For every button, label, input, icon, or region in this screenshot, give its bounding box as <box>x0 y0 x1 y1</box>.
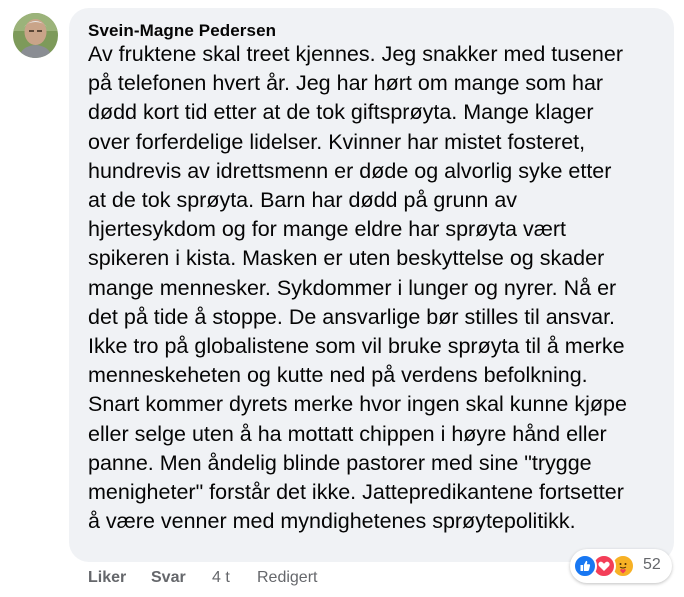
comment-line: på telefonen hvert år. Jeg har hørt om m… <box>88 71 604 96</box>
comment-line: Ikke tro på globalistene som vil bruke s… <box>88 334 625 359</box>
comment-line: mange mennesker. Sykdommer i lunger og n… <box>88 275 617 300</box>
comment-line: panne. Men åndelig blinde pastorer med s… <box>88 450 592 475</box>
reaction-count: 52 <box>643 556 661 573</box>
comment-line: Av fruktene skal treet kjennes. Jeg snak… <box>88 42 623 66</box>
comment-line: menneskeheten og kutte ned på verdens be… <box>88 363 588 388</box>
author-avatar[interactable] <box>13 13 58 58</box>
comment-line: hjertesykdom og for mange eldre har sprø… <box>88 217 566 242</box>
comment-line: over forferdelige lidelser. Kvinner har … <box>88 129 586 154</box>
comment-timestamp[interactable]: 4 t <box>212 569 230 587</box>
comment-line: dødd kort tid etter at de tok giftsprøyt… <box>88 100 594 125</box>
comment-line: å være venner med myndighetenes sprøytep… <box>88 509 576 534</box>
like-icon <box>573 554 597 578</box>
comment-line: det på tide å stoppe. De ansvarlige bør … <box>88 304 616 329</box>
comment-body: Av fruktene skal treet kjennes. Jeg snak… <box>88 40 668 536</box>
reply-button[interactable]: Svar <box>151 569 186 587</box>
reactions-summary[interactable]: 52 <box>570 549 672 583</box>
like-button[interactable]: Liker <box>88 569 126 587</box>
comment-line: Snart kommer dyrets merke hvor ingen ska… <box>88 392 627 417</box>
comment-line: spikeren i kista. Masken er uten beskytt… <box>88 246 605 271</box>
comment-line: eller selge uten å ha mottatt chippen i … <box>88 421 607 446</box>
comment-line: menigheter" forstår det ikke. Jattepredi… <box>88 480 624 505</box>
comment-author-name[interactable]: Svein-Magne Pedersen <box>88 21 276 41</box>
comment-line: hundrevis av idrettsmenn er døde og alvo… <box>88 158 612 183</box>
comment-line: at de tok sprøyta. Barn har dødd på grun… <box>88 188 518 213</box>
edited-label[interactable]: Redigert <box>257 569 317 587</box>
